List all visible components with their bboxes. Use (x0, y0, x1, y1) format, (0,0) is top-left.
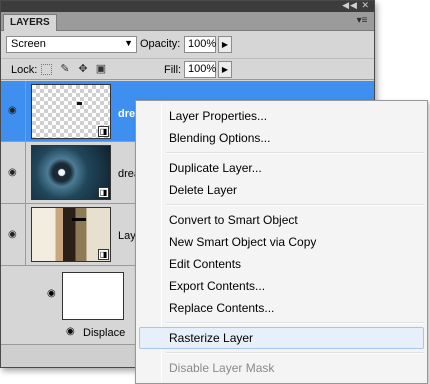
panel-titlebar: ◀◀ ✕ (1, 0, 374, 12)
menu-item-blending-options[interactable]: Blending Options... (139, 127, 424, 149)
eye-icon: ◉ (8, 166, 17, 178)
layer-thumbnail-man-with-gun[interactable]: ◨ (31, 207, 111, 262)
eye-icon: ◉ (8, 228, 17, 240)
layer-thumbnail-transparent[interactable]: ◨ (31, 84, 111, 139)
menu-separator (166, 322, 424, 324)
collapse-close-buttons[interactable]: ◀◀ ✕ (342, 0, 370, 11)
layer-thumbnail-shattered-glass[interactable]: ◨ (31, 145, 111, 200)
menu-separator (166, 152, 424, 154)
smart-object-badge-icon: ◨ (98, 187, 109, 198)
smart-filter-mask-thumbnail[interactable] (62, 272, 124, 320)
visibility-toggle[interactable]: ◉ (1, 142, 26, 203)
menu-item-new-smart-object-via-copy[interactable]: New Smart Object via Copy (139, 231, 424, 253)
menu-item-disable-layer-mask: Disable Layer Mask (169, 361, 275, 375)
filter-name[interactable]: Displace (83, 327, 125, 339)
sunglasses-mark (72, 218, 86, 221)
eye-icon[interactable]: ◉ (47, 288, 56, 299)
eye-icon: ◉ (8, 105, 17, 116)
menu-item-layer-properties[interactable]: Layer Properties... (139, 105, 424, 127)
menu-item-export-contents[interactable]: Export Contents... (139, 275, 424, 297)
smart-object-badge-icon: ◨ (98, 126, 109, 137)
lock-all-padlock-icon[interactable]: ▣ (95, 63, 107, 75)
blend-mode-select[interactable]: Screen ▼ (6, 36, 137, 53)
chevron-down-icon: ▼ (124, 38, 133, 48)
menu-item-delete-layer[interactable]: Delete Layer (139, 179, 424, 201)
fill-label: Fill: (164, 64, 182, 76)
tab-layers[interactable]: LAYERS (3, 14, 57, 31)
eye-icon[interactable]: ◉ (66, 326, 75, 337)
visibility-toggle[interactable]: ◉ (1, 81, 26, 141)
visibility-toggle[interactable]: ◉ (1, 204, 26, 265)
smart-object-badge-icon: ◨ (98, 249, 109, 260)
fill-field[interactable]: 100% (184, 61, 216, 78)
layer-name[interactable]: dre (118, 108, 135, 120)
lock-transparent-pixels-icon[interactable] (41, 64, 52, 75)
lock-label: Lock: (11, 64, 38, 76)
menu-separator (166, 204, 424, 206)
layer-context-menu: Layer Properties... Blending Options... … (135, 100, 428, 384)
menu-item-duplicate-layer[interactable]: Duplicate Layer... (139, 157, 424, 179)
menu-item-edit-contents[interactable]: Edit Contents (139, 253, 424, 275)
lock-row: Lock: ✎ ✥ ▣ Fill: 100% ▶ (1, 58, 374, 80)
menu-item-replace-contents[interactable]: Replace Contents... (139, 297, 424, 319)
opacity-label: Opacity: (140, 38, 181, 50)
opacity-slider-arrow-icon[interactable]: ▶ (218, 36, 232, 53)
menu-separator (166, 352, 424, 354)
menu-item-convert-to-smart-object[interactable]: Convert to Smart Object (139, 209, 424, 231)
lock-image-pixels-brush-icon[interactable]: ✎ (59, 63, 71, 75)
tiny-content-mark (77, 102, 82, 105)
menu-item-rasterize-layer[interactable]: Rasterize Layer (139, 327, 424, 349)
panel-menu-icon[interactable]: ▾≡ (355, 15, 369, 27)
panel-tab-row: LAYERS ▾≡ (1, 12, 374, 31)
lock-position-move-icon[interactable]: ✥ (77, 63, 89, 75)
fill-slider-arrow-icon[interactable]: ▶ (218, 61, 232, 78)
blend-mode-value: Screen (11, 38, 46, 50)
opacity-field[interactable]: 100% (184, 36, 216, 53)
